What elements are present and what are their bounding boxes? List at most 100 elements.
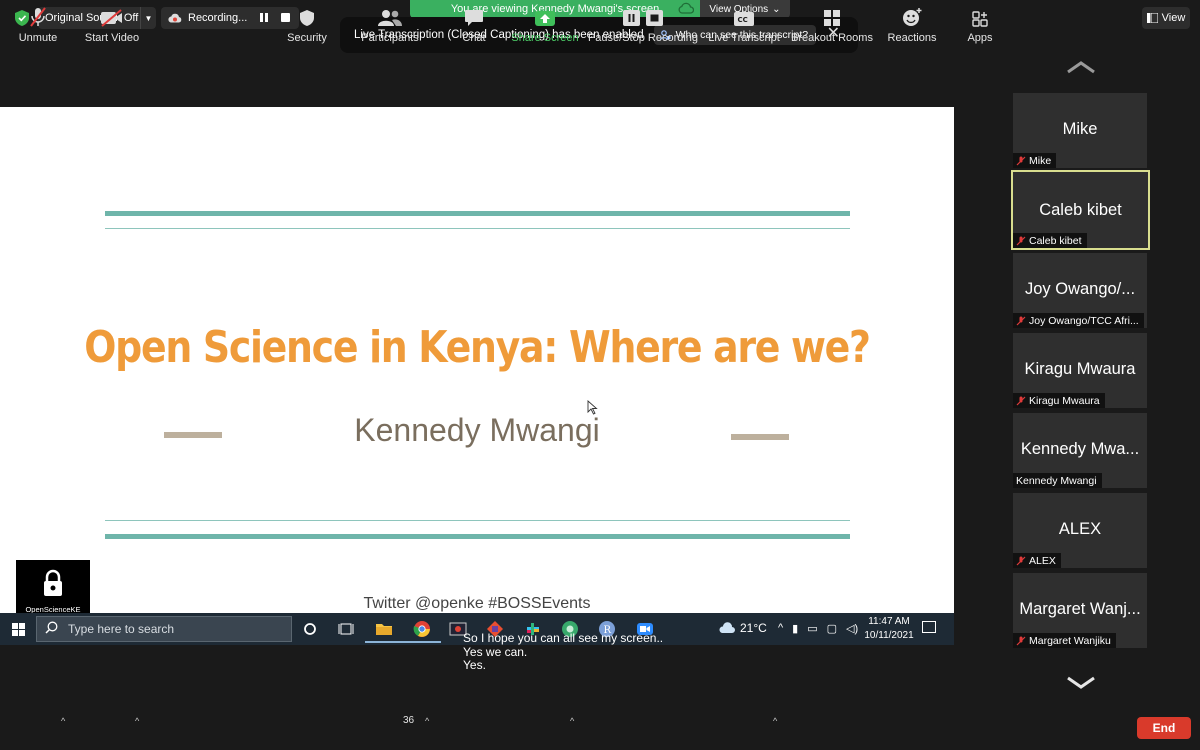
openscienceke-logo: OpenScienceKE xyxy=(16,560,90,615)
participant-tile[interactable]: Kiragu Mwaura Kiragu Mwaura xyxy=(1013,333,1147,408)
reactions-label: Reactions xyxy=(887,32,937,44)
view-layout-button[interactable]: View xyxy=(1142,7,1190,29)
smiley-icon xyxy=(902,6,922,27)
chevron-up-icon[interactable]: ^ xyxy=(135,716,139,726)
weather-widget[interactable]: 21°C xyxy=(718,621,767,635)
scroll-down-arrow-icon[interactable] xyxy=(1066,676,1096,690)
participants-button[interactable]: Participants xyxy=(361,6,419,44)
pause-recording-icon[interactable] xyxy=(259,13,269,23)
participant-label-text: Kiragu Mwaura xyxy=(1029,394,1100,407)
scroll-up-arrow-icon[interactable] xyxy=(1066,60,1096,74)
participant-tile[interactable]: Margaret Wanj... Margaret Wanjiku xyxy=(1013,573,1147,648)
live-transcript-button[interactable]: CC Live Transcript xyxy=(708,6,780,44)
mouse-cursor-icon xyxy=(587,400,598,415)
live-transcript-label: Live Transcript xyxy=(708,32,780,44)
shield-icon xyxy=(299,6,315,27)
chrome-icon[interactable] xyxy=(403,618,441,643)
svg-text:CC: CC xyxy=(738,16,748,24)
participant-label: Kiragu Mwaura xyxy=(1013,393,1105,408)
pause-stop-recording-button[interactable]: Pause/Stop Recording xyxy=(588,6,698,44)
taskbar-date: 10/11/2021 xyxy=(864,630,914,641)
participant-display-name: Margaret Wanj... xyxy=(1019,600,1141,618)
slide-bottom-thin-rule xyxy=(105,520,850,521)
chevron-up-icon[interactable]: ^ xyxy=(570,716,574,726)
breakout-rooms-label: Breakout Rooms xyxy=(791,32,873,44)
microphone-icon[interactable]: ▮ xyxy=(792,622,798,635)
breakout-rooms-icon xyxy=(823,6,841,27)
slide-title: Open Science in Kenya: Where are we? xyxy=(84,322,871,373)
muted-microphone-icon xyxy=(1016,396,1026,405)
participant-label: ALEX xyxy=(1013,553,1061,568)
taskbar-search-box[interactable]: Type here to search xyxy=(36,616,292,642)
end-meeting-button[interactable]: End xyxy=(1137,717,1191,739)
muted-microphone-icon xyxy=(29,6,47,27)
file-explorer-icon[interactable] xyxy=(365,618,403,643)
chat-label: Chat xyxy=(462,32,486,44)
meeting-toolbar xyxy=(0,705,1200,750)
unmute-button[interactable]: Unmute xyxy=(18,6,58,44)
slide-presenter-name: Kennedy Mwangi xyxy=(354,412,600,448)
share-screen-label: Share Screen xyxy=(511,32,579,44)
chevron-up-icon[interactable]: ^ xyxy=(773,716,777,726)
taskbar-time: 11:47 AM xyxy=(868,616,910,627)
muted-microphone-icon xyxy=(1016,556,1026,565)
participant-label: Mike xyxy=(1013,153,1057,168)
video-off-icon xyxy=(100,6,124,27)
slide-top-rule xyxy=(105,211,850,216)
chevron-up-icon[interactable]: ^ xyxy=(61,716,65,726)
participant-tile[interactable]: Joy Owango/... Joy Owango/TCC Afri... xyxy=(1013,253,1147,328)
task-view-icon[interactable] xyxy=(335,618,357,640)
caption-line: Yes. xyxy=(463,658,486,672)
cloud-weather-icon xyxy=(719,622,735,633)
pause-stop-recording-label: Pause/Stop Recording xyxy=(587,32,699,44)
participant-display-name: Joy Owango/... xyxy=(1024,280,1136,298)
participant-label-text: ALEX xyxy=(1029,554,1056,567)
security-button[interactable]: Security xyxy=(286,6,328,44)
windows-start-icon[interactable] xyxy=(12,623,25,636)
grid-view-icon xyxy=(1146,13,1158,23)
participant-label: Caleb kibet xyxy=(1013,233,1087,248)
network-icon[interactable]: ▢ xyxy=(827,622,837,635)
slide-bottom-rule xyxy=(105,534,850,539)
muted-microphone-icon xyxy=(1016,636,1026,645)
chat-button[interactable]: Chat xyxy=(460,6,488,44)
notification-center-icon[interactable] xyxy=(922,621,936,633)
chevron-up-icon[interactable]: ^ xyxy=(425,716,429,726)
participant-display-name: ALEX xyxy=(1058,520,1102,538)
participant-display-name: Caleb kibet xyxy=(1039,201,1122,219)
start-video-button[interactable]: Start Video xyxy=(84,6,140,44)
recording-label: Recording... xyxy=(188,12,248,24)
share-screen-icon xyxy=(534,6,556,27)
share-screen-button[interactable]: Share Screen xyxy=(511,6,579,44)
taskbar-clock[interactable]: 11:47 AM 10/11/2021 xyxy=(862,615,916,643)
participants-icon xyxy=(377,6,403,27)
slide-footer-text: Twitter @openke #BOSSEvents xyxy=(363,595,591,612)
chevron-down-icon[interactable]: ▼ xyxy=(140,7,156,29)
caption-line: Yes we can. xyxy=(463,644,528,659)
system-tray: ^ ▮ ▭ ▢ ◁) xyxy=(778,622,858,635)
security-label: Security xyxy=(287,32,327,44)
live-captions: So I hope you can all see my screen.. Ye… xyxy=(463,631,663,673)
weather-temperature: 21°C xyxy=(740,621,767,635)
view-button-label: View xyxy=(1161,12,1186,24)
battery-icon[interactable]: ▭ xyxy=(807,622,817,635)
participant-tile[interactable]: ALEX ALEX xyxy=(1013,493,1147,568)
participant-label: Joy Owango/TCC Afri... xyxy=(1013,313,1144,328)
start-video-label: Start Video xyxy=(84,32,140,44)
participant-tile-active-speaker[interactable]: Caleb kibet Caleb kibet xyxy=(1011,170,1150,250)
volume-icon[interactable]: ◁) xyxy=(846,622,858,635)
participant-display-name: Kiragu Mwaura xyxy=(1024,360,1136,378)
reactions-button[interactable]: Reactions xyxy=(887,6,937,44)
breakout-rooms-button[interactable]: Breakout Rooms xyxy=(791,6,873,44)
cortana-icon[interactable] xyxy=(299,618,321,640)
lock-icon xyxy=(44,569,62,596)
participants-count-badge: 36 xyxy=(403,715,415,726)
participant-tile[interactable]: Kennedy Mwa... Kennedy Mwangi xyxy=(1013,413,1147,488)
cloud-recording-icon xyxy=(168,13,182,23)
apps-button[interactable]: Apps xyxy=(966,6,994,44)
tray-chevron-up-icon[interactable]: ^ xyxy=(778,622,783,635)
shared-screen-slide: Open Science in Kenya: Where are we? Ken… xyxy=(0,107,954,613)
participant-label-text: Joy Owango/TCC Afri... xyxy=(1029,314,1139,327)
participant-tile[interactable]: Mike Mike xyxy=(1013,93,1147,168)
muted-microphone-icon xyxy=(1016,236,1026,245)
